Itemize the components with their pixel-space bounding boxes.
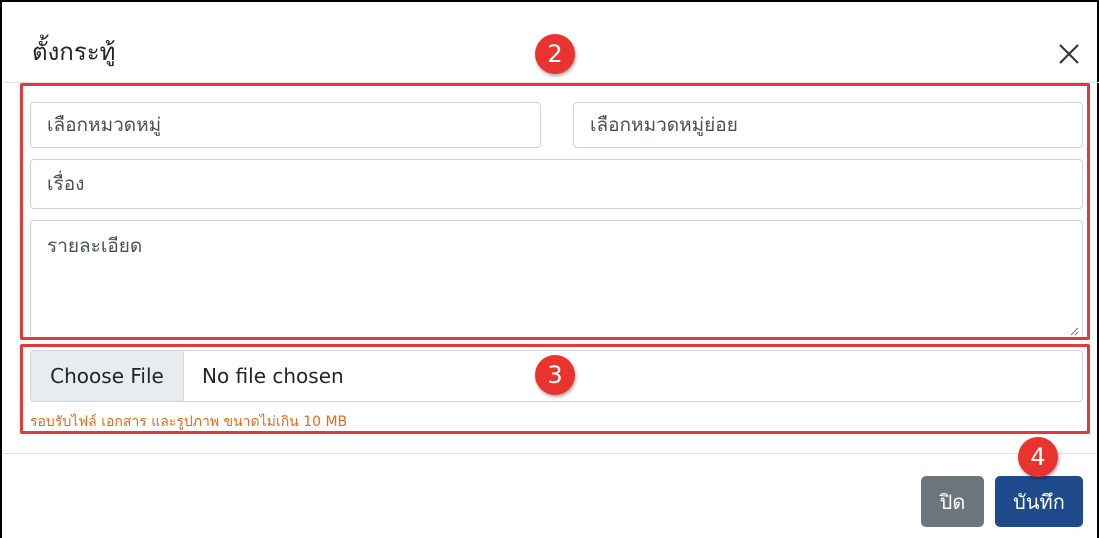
step-badge-4: 4 [1018, 437, 1058, 477]
step-badge-2: 2 [535, 34, 575, 74]
close-button[interactable]: ปิด [921, 476, 984, 527]
close-icon[interactable] [1055, 40, 1083, 68]
highlight-box-form-fields [20, 83, 1090, 340]
modal-title: ตั้งกระทู้ [32, 38, 116, 66]
save-button[interactable]: บันทึก [995, 476, 1083, 527]
highlight-box-save-button [991, 471, 993, 473]
footer-divider [2, 453, 1097, 454]
step-badge-3: 3 [535, 355, 575, 395]
